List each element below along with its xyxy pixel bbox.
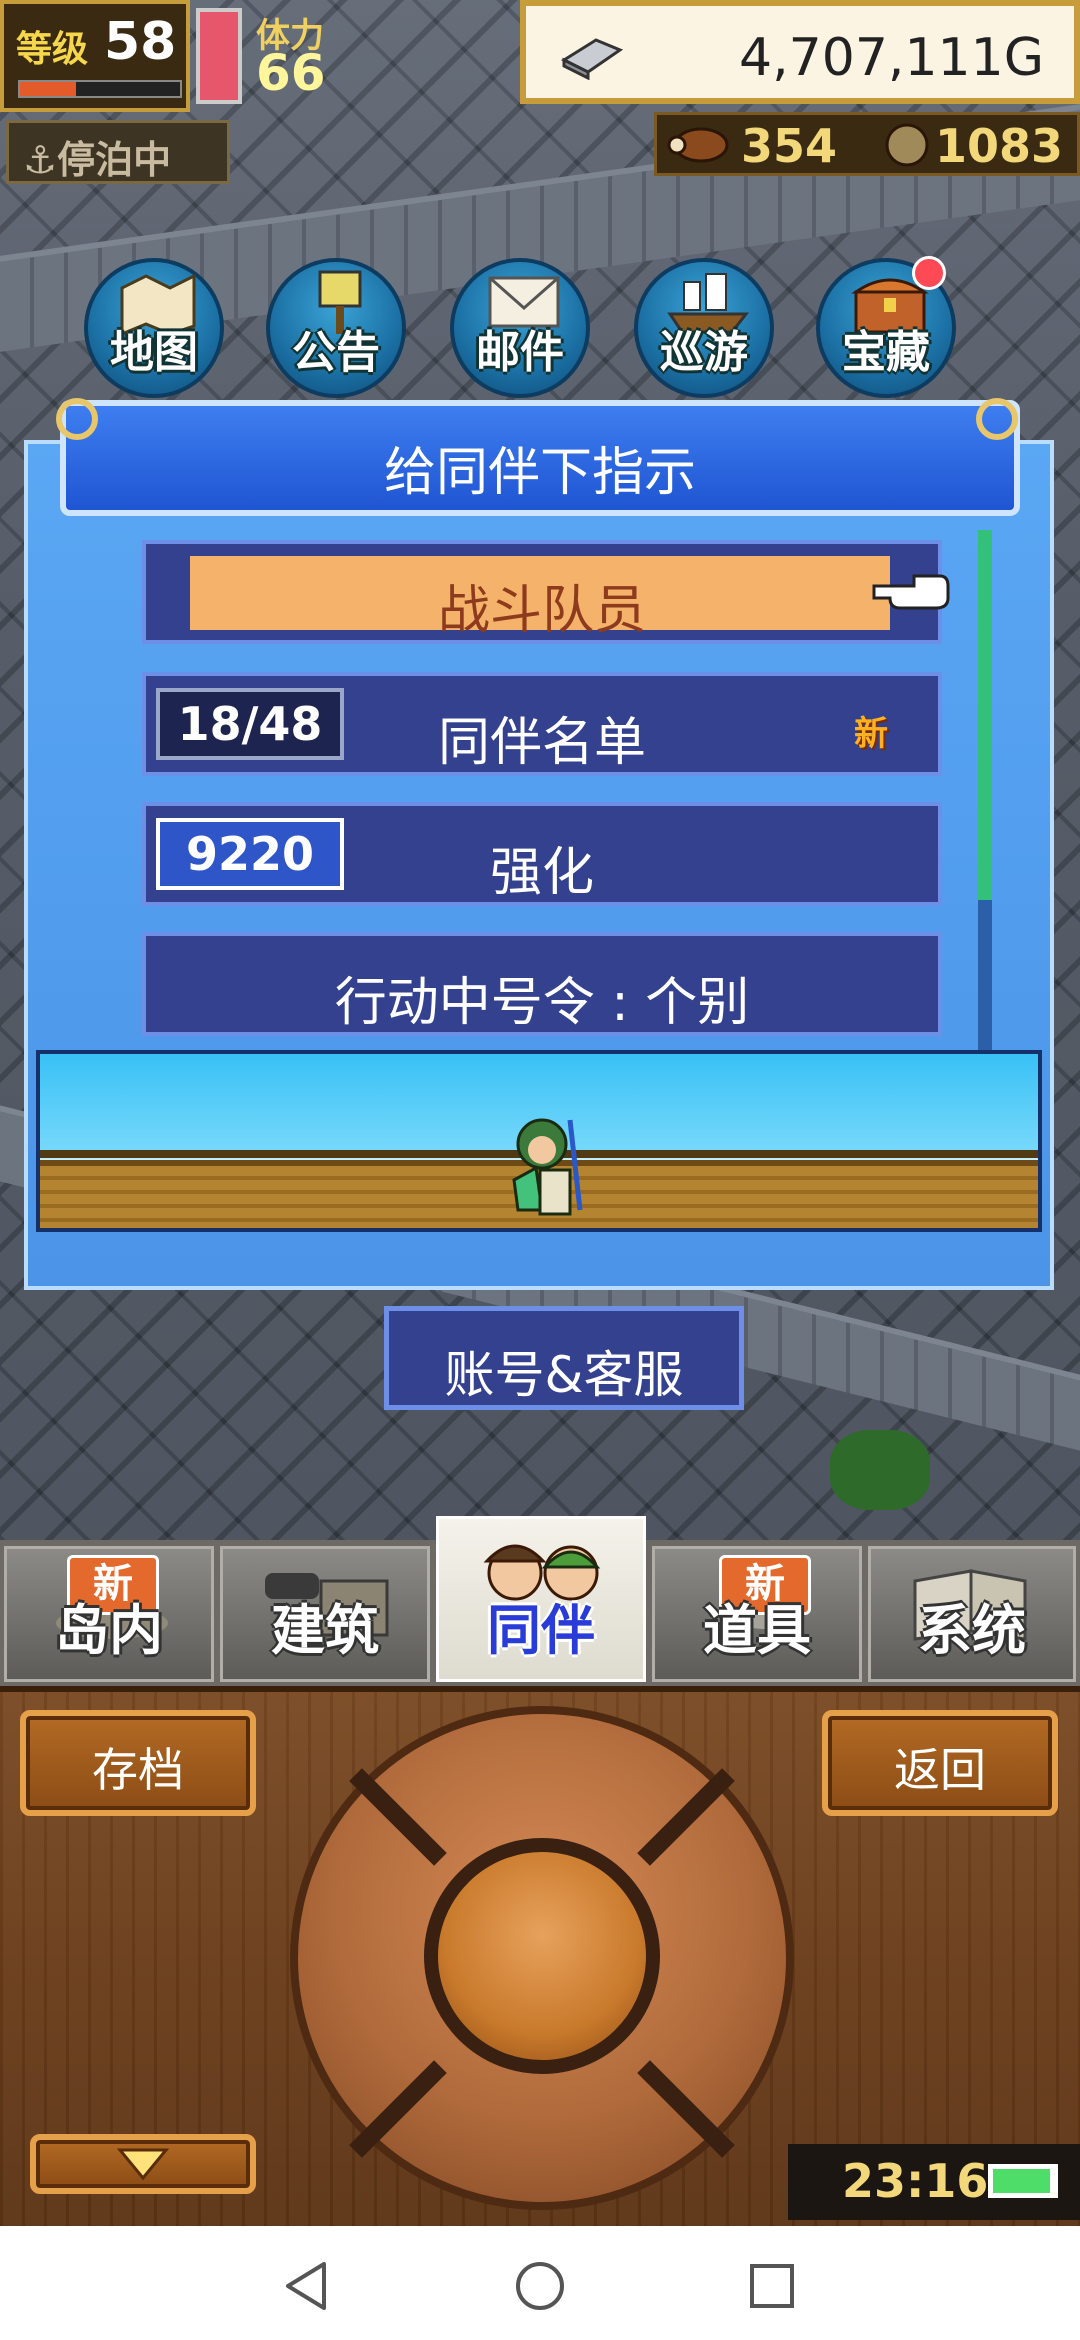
clock-time: 23:16 (842, 2154, 989, 2208)
exp-bar-fill (20, 82, 76, 96)
tab-building-label: 建筑 (271, 1599, 379, 1662)
resource-panel: 354 1083 (654, 112, 1080, 176)
tab-items-label: 道具 (703, 1599, 811, 1662)
dialog-title-bar: 给同伴下指示 (60, 400, 1020, 516)
clock-panel: 23:16 (788, 2144, 1080, 2220)
account-service-button[interactable]: 账号&客服 (384, 1306, 744, 1410)
money-value: 4,707,111G (739, 28, 1044, 88)
companion-list-button[interactable]: 18/48 同伴名单 新 (142, 672, 942, 776)
collapse-button[interactable] (30, 2134, 256, 2194)
exp-bar (18, 80, 182, 98)
nav-home-icon[interactable] (512, 2258, 568, 2314)
system-nav-bar (0, 2226, 1080, 2340)
notice-button[interactable]: 公告 (266, 258, 406, 398)
nav-recents-icon[interactable] (744, 2258, 800, 2314)
meat-icon (667, 127, 729, 163)
tab-items[interactable]: 新 道具 (652, 1546, 862, 1682)
mail-button-label: 邮件 (476, 327, 564, 378)
arrow-down-icon (116, 2148, 170, 2181)
battle-members-label: 战斗队员 (437, 581, 646, 641)
level-panel: 等级 58 (0, 0, 190, 112)
account-service-label: 账号&客服 (444, 1346, 684, 1404)
notice-button-label: 公告 (292, 327, 380, 378)
stamina-value: 66 (256, 44, 326, 102)
resource-b-value: 1083 (935, 119, 1064, 173)
tab-system[interactable]: 系统 (868, 1546, 1076, 1682)
tab-companions[interactable]: 同伴 (436, 1516, 646, 1682)
mail-button[interactable]: 邮件 (450, 258, 590, 398)
dpad-center-button[interactable] (424, 1838, 660, 2074)
back-button-label: 返回 (894, 1743, 986, 1797)
silver-bar-icon (560, 38, 624, 80)
action-order-button[interactable]: 行动中号令 : 个别 (142, 932, 942, 1036)
anchor-status-label: ⚓停泊中 (23, 138, 172, 182)
action-order-label: 行动中号令 : 个别 (334, 973, 750, 1033)
map-button[interactable]: 地图 (84, 258, 224, 398)
treasure-button-label: 宝藏 (842, 327, 930, 378)
notification-dot (912, 256, 946, 290)
companion-list-label: 同伴名单 (437, 713, 646, 773)
tab-companions-label: 同伴 (487, 1599, 595, 1662)
strengthen-label: 强化 (489, 843, 594, 903)
dialog-title: 给同伴下指示 (383, 443, 696, 503)
level-value: 58 (104, 12, 177, 72)
money-panel: 4,707,111G (520, 0, 1080, 104)
nav-back-icon[interactable] (280, 2258, 336, 2314)
ornament-corner-left (56, 398, 98, 440)
bush-sprite (830, 1430, 930, 1510)
tab-island-label: 岛内 (55, 1599, 163, 1662)
cruise-button-label: 巡游 (660, 327, 748, 378)
battery-icon (988, 2164, 1058, 2198)
tab-system-label: 系统 (918, 1599, 1026, 1662)
companion-sprite (512, 1118, 583, 1216)
anchor-status-text: 停泊中 (57, 138, 172, 182)
anchor-status: ⚓停泊中 (6, 120, 230, 184)
save-button-label: 存档 (92, 1743, 184, 1797)
resource-a-value: 354 (741, 119, 838, 173)
tab-building[interactable]: 建筑 (220, 1546, 430, 1682)
cruise-button[interactable]: 巡游 (634, 258, 774, 398)
map-button-label: 地图 (110, 327, 198, 378)
ship-deck-preview (36, 1050, 1042, 1232)
back-button[interactable]: 返回 (822, 1710, 1058, 1816)
new-badge: 新 (854, 714, 888, 754)
strengthen-button[interactable]: 9220 强化 (142, 802, 942, 906)
dialog-scrollbar-thumb[interactable] (978, 530, 992, 900)
ornament-corner-right (976, 398, 1018, 440)
tab-island[interactable]: 新 岛内 (4, 1546, 214, 1682)
coin-icon (885, 123, 929, 167)
pointer-hand-icon (872, 574, 950, 610)
stamina-gauge (196, 8, 242, 104)
battle-members-button[interactable]: 战斗队员 (142, 540, 942, 644)
level-label: 等级 (16, 29, 89, 70)
save-button[interactable]: 存档 (20, 1710, 256, 1816)
battery-level (993, 2169, 1050, 2193)
